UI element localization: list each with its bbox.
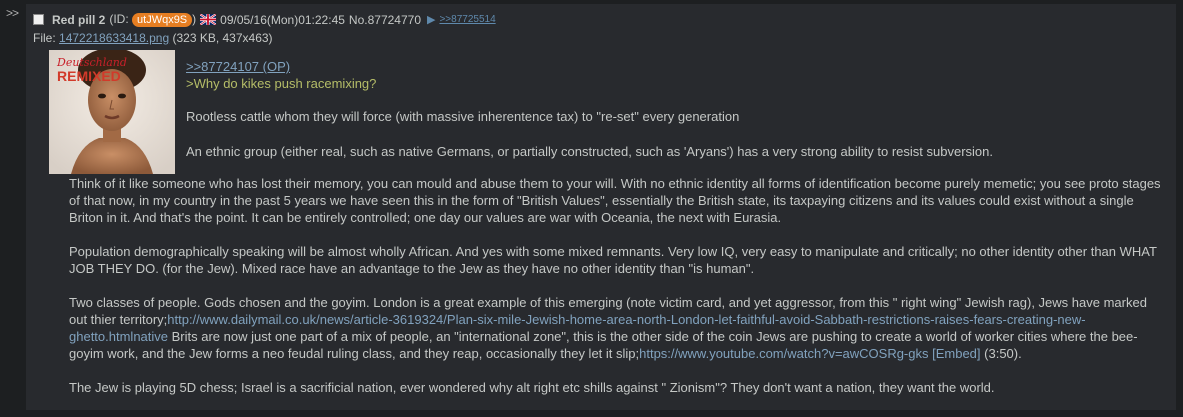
- post-message: >>87724107 (OP) >Why do kikes push racem…: [69, 58, 1164, 396]
- file-link[interactable]: 1472218633418.png: [59, 31, 169, 45]
- youtube-link[interactable]: https://www.youtube.com/watch?v=awCOSRg-…: [639, 346, 928, 361]
- post-number[interactable]: No.87724770: [349, 13, 421, 27]
- post-info: Red pill 2 (ID: utJWqx9S) 09/05/16(Mon)0…: [33, 12, 496, 27]
- quote-link[interactable]: >>87724107 (OP): [186, 59, 290, 74]
- poster-id-label: (ID: utJWqx9S): [109, 12, 196, 27]
- message-paragraph: An ethnic group (either real, such as na…: [186, 144, 993, 159]
- poster-id-suffix: ): [192, 12, 197, 26]
- post-checkbox[interactable]: [33, 14, 44, 25]
- video-duration: (3:50).: [980, 346, 1022, 361]
- file-details: (323 KB, 437x463): [169, 31, 273, 45]
- reply-post: Red pill 2 (ID: utJWqx9S) 09/05/16(Mon)0…: [26, 4, 1176, 410]
- post-menu-arrow-icon[interactable]: ▶: [427, 13, 435, 26]
- post-datetime: 09/05/16(Mon)01:22:45: [220, 12, 345, 27]
- post-subject: Red pill 2: [52, 12, 106, 27]
- file-info: File: 1472218633418.png (323 KB, 437x463…: [33, 31, 273, 45]
- message-paragraph: Two classes of people. Gods chosen and t…: [69, 294, 1164, 362]
- message-paragraph: Think of it like someone who has lost th…: [69, 176, 1161, 225]
- message-paragraph: The Jew is playing 5D chess; Israel is a…: [69, 380, 995, 395]
- backlink[interactable]: >>87725514: [439, 14, 495, 25]
- embed-button[interactable]: [Embed]: [929, 346, 980, 361]
- uk-flag-icon: [199, 13, 217, 26]
- file-label: File:: [33, 31, 60, 45]
- message-paragraph: Rootless cattle whom they will force (wi…: [186, 109, 740, 124]
- greentext-line: >Why do kikes push racemixing?: [186, 76, 377, 91]
- poster-id-prefix: (ID:: [109, 12, 133, 26]
- message-paragraph: Population demographically speaking will…: [69, 244, 1157, 276]
- poster-id-badge[interactable]: utJWqx9S: [132, 13, 193, 27]
- reply-marker: >>: [6, 6, 19, 20]
